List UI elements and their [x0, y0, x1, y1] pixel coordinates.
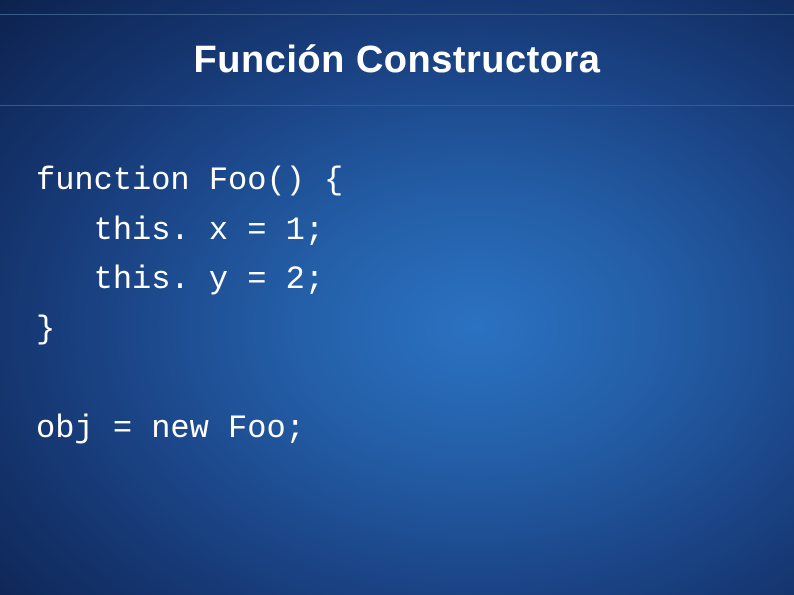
code-block: function Foo() { this. x = 1; this. y = …: [36, 156, 343, 454]
code-line-6: obj = new Foo;: [36, 410, 305, 447]
slide-title: Función Constructora: [194, 39, 601, 82]
code-line-1: function Foo() {: [36, 162, 343, 199]
code-line-4: }: [36, 311, 55, 348]
title-band: Función Constructora: [0, 14, 794, 106]
code-line-2: this. x = 1;: [36, 212, 324, 249]
slide: Función Constructora function Foo() { th…: [0, 0, 794, 595]
code-line-3: this. y = 2;: [36, 261, 324, 298]
